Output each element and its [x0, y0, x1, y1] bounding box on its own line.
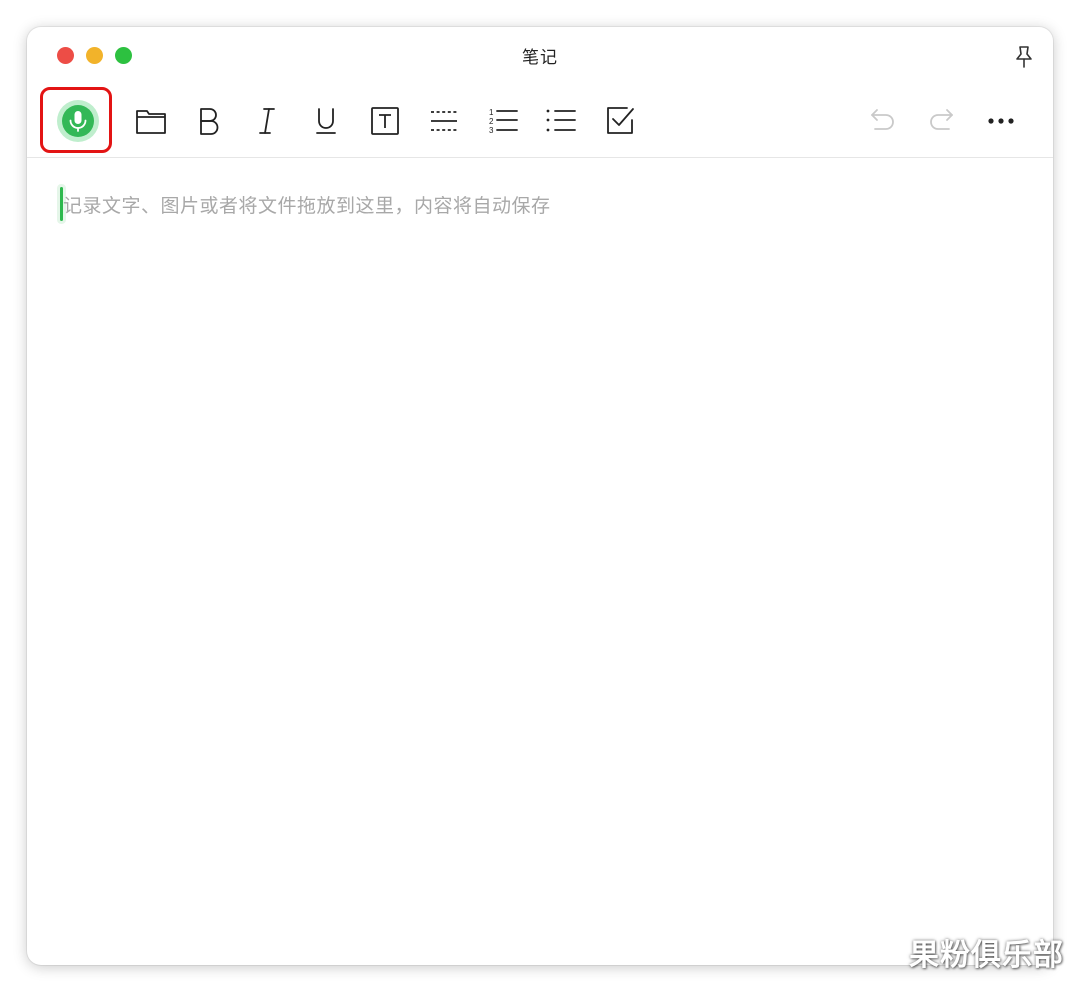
editor-placeholder: 记录文字、图片或者将文件拖放到这里，内容将自动保存	[63, 195, 551, 217]
watermark: 果粉俱乐部	[909, 938, 1064, 973]
undo-button[interactable]	[865, 103, 901, 139]
svg-text:3: 3	[489, 126, 494, 135]
divider-line-button[interactable]	[426, 103, 462, 139]
svg-text:2: 2	[489, 117, 494, 126]
underline-icon	[316, 108, 336, 134]
title-bar[interactable]: 笔记	[27, 27, 1053, 83]
numbered-list-button[interactable]: 1 2 3	[485, 103, 521, 139]
checkbox-icon	[607, 107, 634, 134]
more-button[interactable]	[983, 103, 1019, 139]
window-title: 笔记	[522, 48, 558, 68]
dashed-divider-icon	[431, 111, 457, 131]
undo-icon	[871, 109, 894, 130]
bulleted-list-button[interactable]	[543, 103, 579, 139]
microphone-icon	[57, 100, 99, 142]
voice-input-button[interactable]	[56, 99, 100, 143]
bold-icon	[200, 108, 219, 135]
attach-file-button[interactable]	[133, 103, 169, 139]
more-icon	[988, 118, 1014, 124]
underline-button[interactable]	[308, 103, 344, 139]
redo-icon	[930, 109, 953, 130]
italic-button[interactable]	[249, 103, 285, 139]
text-box-icon	[371, 107, 399, 135]
svg-text:1: 1	[489, 108, 494, 117]
bold-button[interactable]	[191, 103, 227, 139]
folder-icon	[136, 110, 166, 134]
numbered-list-icon: 1 2 3	[489, 108, 518, 135]
note-editor[interactable]: 记录文字、图片或者将文件拖放到这里，内容将自动保存	[27, 158, 1053, 965]
notes-window: 笔记 1 2 3 记录文字、图片或者将文件拖放到这里，内容将自动保存	[27, 27, 1053, 965]
formatting-toolbar: 1 2 3	[27, 87, 1053, 157]
screenshot-stage: 笔记 1 2 3 记录文字、图片或者将文件拖放到这里，内容将自动保存 果粉俱乐部	[0, 0, 1080, 992]
checklist-button[interactable]	[602, 103, 638, 139]
italic-icon	[259, 108, 275, 134]
bulleted-list-icon	[546, 109, 576, 132]
redo-button[interactable]	[923, 103, 959, 139]
text-box-button[interactable]	[367, 103, 403, 139]
pin-icon[interactable]	[1013, 45, 1035, 69]
